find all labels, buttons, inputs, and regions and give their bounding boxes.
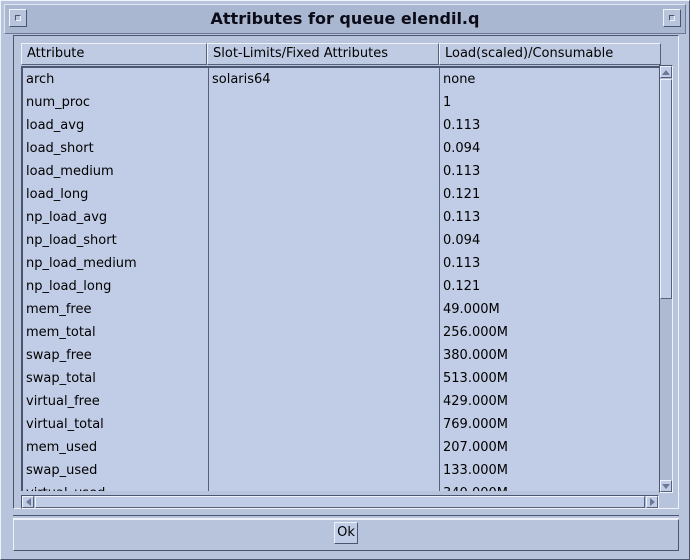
cell-load: 1	[443, 95, 452, 110]
cell-attribute: mem_total	[26, 325, 96, 340]
table-row[interactable]: np_load_short 0.094	[23, 229, 659, 252]
table-row[interactable]: virtual_total 769.000M	[23, 413, 659, 436]
table-row[interactable]: mem_free 49.000M	[23, 298, 659, 321]
arrow-down-icon	[662, 484, 670, 489]
arrow-up-icon	[662, 70, 670, 75]
cell-attribute: swap_total	[26, 371, 96, 386]
table-body[interactable]: arch solaris64 none num_proc 1 load_avg 0.113 l…	[21, 66, 659, 491]
window-title: Attributes for queue elendil.q	[210, 9, 480, 28]
arrow-right-icon	[650, 498, 655, 506]
table-row[interactable]: np_load_medium 0.113	[23, 252, 659, 275]
scroll-right-button[interactable]	[646, 496, 658, 508]
maximize-icon	[669, 15, 675, 21]
cell-attribute: virtual_free	[26, 394, 100, 409]
cell-load: 429.000M	[443, 394, 508, 409]
ok-button[interactable]: Ok	[334, 522, 358, 544]
table-row[interactable]: virtual_free 429.000M	[23, 390, 659, 413]
table-row[interactable]: mem_used 207.000M	[23, 436, 659, 459]
cell-attribute: virtual_used	[26, 482, 105, 491]
cell-attribute: np_load_long	[26, 279, 112, 294]
cell-attribute: load_medium	[26, 164, 114, 179]
horizontal-scrollbar[interactable]	[21, 495, 659, 509]
table-row[interactable]: mem_total 256.000M	[23, 321, 659, 344]
table-row[interactable]: virtual_used 340.000M	[23, 482, 659, 491]
scroll-down-button[interactable]	[660, 480, 672, 492]
cell-attribute: swap_used	[26, 463, 98, 478]
cell-load: none	[443, 72, 476, 87]
cell-load: 0.121	[443, 187, 481, 202]
cell-load: 0.113	[443, 118, 481, 133]
vertical-scrollbar[interactable]	[659, 65, 673, 493]
table-row[interactable]: np_load_long 0.121	[23, 275, 659, 298]
vertical-scroll-thumb[interactable]	[660, 79, 672, 299]
column-header-attribute[interactable]: Attribute	[21, 43, 207, 65]
table-row[interactable]: swap_used 133.000M	[23, 459, 659, 482]
table-row[interactable]: load_long 0.121	[23, 183, 659, 206]
cell-load: 0.113	[443, 164, 481, 179]
cell-load: 769.000M	[443, 417, 508, 432]
cell-load: 207.000M	[443, 440, 508, 455]
column-header-slot-limits[interactable]: Slot-Limits/Fixed Attributes	[207, 43, 439, 65]
cell-attribute: virtual_total	[26, 417, 104, 432]
table-row[interactable]: swap_total 513.000M	[23, 367, 659, 390]
cell-load: 49.000M	[443, 302, 500, 317]
title-bar: Attributes for queue elendil.q	[4, 4, 686, 34]
column-header-load[interactable]: Load(scaled)/Consumable	[439, 43, 661, 65]
cell-load: 133.000M	[443, 463, 508, 478]
cell-load: 256.000M	[443, 325, 508, 340]
scroll-left-button[interactable]	[22, 496, 34, 508]
cell-slot-limits: solaris64	[212, 72, 271, 87]
cell-attribute: load_avg	[26, 118, 85, 133]
table-header: Attribute Slot-Limits/Fixed Attributes L…	[21, 43, 661, 65]
cell-load: 0.094	[443, 141, 481, 156]
table-row[interactable]: num_proc 1	[23, 91, 659, 114]
scroll-up-button[interactable]	[660, 66, 672, 78]
table-row[interactable]: load_medium 0.113	[23, 160, 659, 183]
cell-load: 0.113	[443, 256, 481, 271]
cell-load: 513.000M	[443, 371, 508, 386]
cell-load: 340.000M	[443, 482, 508, 491]
attributes-dialog: Attributes for queue elendil.q Attribute…	[0, 0, 690, 560]
cell-attribute: swap_free	[26, 348, 92, 363]
cell-attribute: num_proc	[26, 95, 91, 110]
cell-load: 0.094	[443, 233, 481, 248]
table-row[interactable]: arch solaris64 none	[23, 68, 659, 91]
cell-attribute: load_short	[26, 141, 94, 156]
cell-load: 0.113	[443, 210, 481, 225]
table-row[interactable]: swap_free 380.000M	[23, 344, 659, 367]
cell-attribute: arch	[26, 72, 55, 87]
maximize-button[interactable]	[663, 9, 681, 27]
cell-attribute: mem_free	[26, 302, 92, 317]
cell-attribute: mem_used	[26, 440, 98, 455]
cell-load: 0.121	[443, 279, 481, 294]
cell-attribute: np_load_short	[26, 233, 117, 248]
cell-attribute: np_load_medium	[26, 256, 137, 271]
arrow-left-icon	[26, 498, 31, 506]
cell-attribute: np_load_avg	[26, 210, 108, 225]
table-row[interactable]: load_avg 0.113	[23, 114, 659, 137]
table-row[interactable]: np_load_avg 0.113	[23, 206, 659, 229]
cell-load: 380.000M	[443, 348, 508, 363]
table-row[interactable]: load_short 0.094	[23, 137, 659, 160]
cell-attribute: load_long	[26, 187, 89, 202]
horizontal-scroll-thumb[interactable]	[35, 496, 645, 508]
